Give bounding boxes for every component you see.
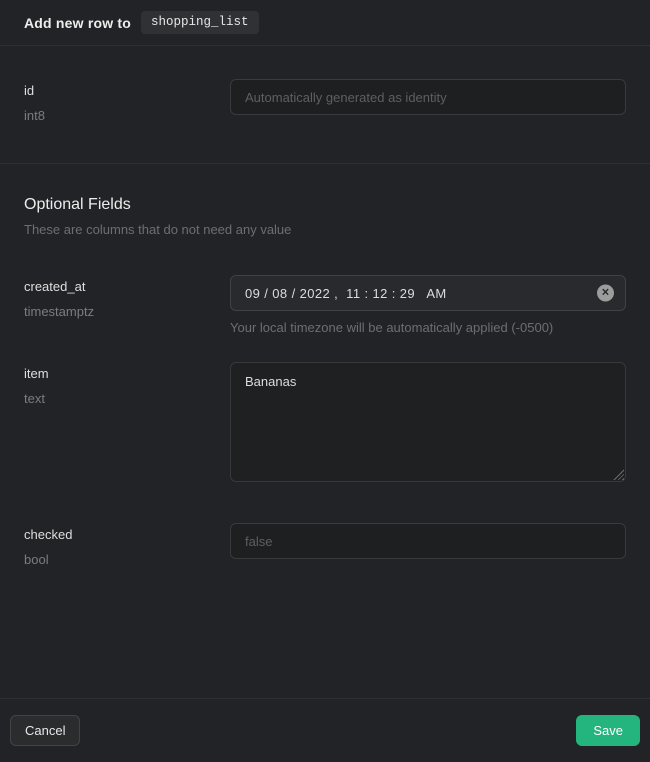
field-row-id: id int8 xyxy=(24,79,626,123)
dialog-header: Add new row to shopping_list xyxy=(0,0,650,46)
item-textarea-wrap: Bananas xyxy=(230,362,626,482)
id-input-wrap xyxy=(230,79,626,123)
field-labels-item: item text xyxy=(24,362,230,482)
created-at-input-wrap: ✕ xyxy=(230,275,626,311)
field-type-id: int8 xyxy=(24,108,230,123)
required-fields-section: id int8 xyxy=(0,46,650,164)
optional-fields-heading: Optional Fields xyxy=(24,196,626,214)
field-row-item: item text Bananas xyxy=(24,362,626,482)
timezone-hint: Your local timezone will be automaticall… xyxy=(230,320,626,335)
optional-fields-section: Optional Fields These are columns that d… xyxy=(0,164,650,698)
field-type-created-at: timestamptz xyxy=(24,304,230,319)
created-at-input-group: ✕ Your local timezone will be automatica… xyxy=(230,275,626,335)
created-at-datetime-input[interactable] xyxy=(230,275,626,311)
optional-fields-subheading: These are columns that do not need any v… xyxy=(24,222,626,237)
id-input[interactable] xyxy=(230,79,626,115)
field-type-checked: bool xyxy=(24,552,230,567)
field-name-item: item xyxy=(24,366,230,381)
dialog-title: Add new row to xyxy=(24,15,131,31)
field-labels-checked: checked bool xyxy=(24,523,230,567)
checked-input-wrap xyxy=(230,523,626,567)
clear-icon[interactable]: ✕ xyxy=(597,285,614,302)
save-button[interactable]: Save xyxy=(576,715,640,747)
dialog-footer: Cancel Save xyxy=(0,698,650,762)
field-row-checked: checked bool xyxy=(24,523,626,567)
cancel-button[interactable]: Cancel xyxy=(10,715,80,747)
field-labels-created-at: created_at timestamptz xyxy=(24,275,230,335)
field-name-id: id xyxy=(24,83,230,98)
field-type-item: text xyxy=(24,391,230,406)
field-labels-id: id int8 xyxy=(24,79,230,123)
field-row-created-at: created_at timestamptz ✕ Your local time… xyxy=(24,275,626,335)
field-name-created-at: created_at xyxy=(24,279,230,294)
field-name-checked: checked xyxy=(24,527,230,542)
item-textarea[interactable]: Bananas xyxy=(230,362,626,482)
checked-input[interactable] xyxy=(230,523,626,559)
table-name-badge: shopping_list xyxy=(141,11,259,34)
